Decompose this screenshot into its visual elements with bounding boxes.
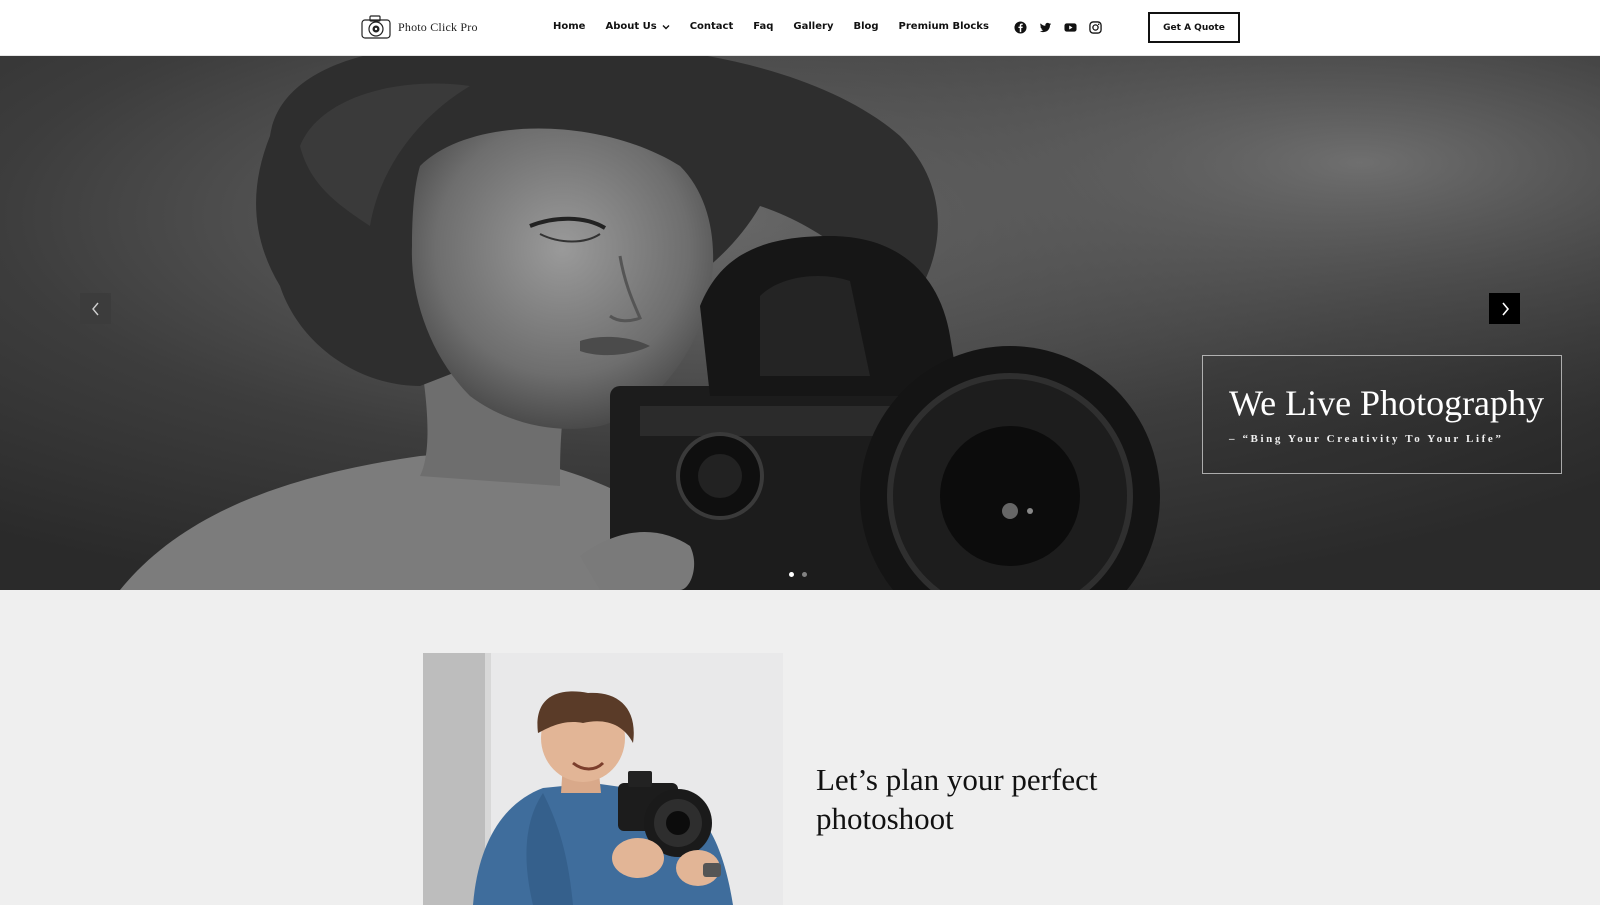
main-nav: Home About Us Contact Faq Gallery Blog P… xyxy=(553,21,989,32)
hero-caption-box: We Live Photography – “Bing Your Creativ… xyxy=(1202,355,1562,474)
slider-dot-2[interactable] xyxy=(802,572,807,577)
hero-title: We Live Photography xyxy=(1229,383,1545,423)
slider-prev-button[interactable] xyxy=(80,293,111,324)
slider-dot-1[interactable] xyxy=(789,572,794,577)
youtube-icon[interactable] xyxy=(1064,21,1077,34)
slider-next-button[interactable] xyxy=(1489,293,1520,324)
hero-subtitle: – “Bing Your Creativity To Your Life” xyxy=(1229,433,1504,445)
site-logo[interactable]: Photo Click Pro xyxy=(360,14,478,40)
get-a-quote-button[interactable]: Get A Quote xyxy=(1148,12,1240,43)
logo-text: Photo Click Pro xyxy=(398,19,478,34)
nav-label: Premium Blocks xyxy=(898,21,989,32)
hero-slider: We Live Photography – “Bing Your Creativ… xyxy=(0,56,1600,590)
facebook-icon[interactable] xyxy=(1014,21,1027,34)
nav-item-blog[interactable]: Blog xyxy=(853,21,878,32)
instagram-icon[interactable] xyxy=(1089,21,1102,34)
photographer-man-illustration xyxy=(423,653,783,905)
nav-label: Faq xyxy=(753,21,774,32)
nav-item-home[interactable]: Home xyxy=(553,21,585,32)
chevron-left-icon xyxy=(91,302,99,315)
nav-item-gallery[interactable]: Gallery xyxy=(793,21,833,32)
chevron-down-icon xyxy=(662,24,670,29)
camera-logo-icon xyxy=(361,15,391,39)
twitter-icon[interactable] xyxy=(1039,21,1052,34)
nav-item-about-us[interactable]: About Us xyxy=(605,21,670,32)
slider-pagination xyxy=(789,572,807,577)
nav-item-contact[interactable]: Contact xyxy=(690,21,734,32)
photographer-man-image xyxy=(423,653,783,905)
social-links xyxy=(1014,21,1102,34)
plan-section: Let’s plan your perfect photoshoot xyxy=(0,590,1600,905)
nav-label: Contact xyxy=(689,21,734,32)
plan-heading: Let’s plan your perfect photoshoot xyxy=(816,762,1098,836)
hero-photographer-image xyxy=(0,56,1600,590)
site-header: Photo Click Pro Home About Us Contact Fa… xyxy=(0,0,1600,56)
nav-label: Gallery xyxy=(793,21,834,32)
chevron-right-icon xyxy=(1501,301,1509,316)
nav-label: Home xyxy=(553,21,586,32)
nav-item-faq[interactable]: Faq xyxy=(753,21,773,32)
nav-label: About Us xyxy=(605,21,657,32)
nav-item-premium-blocks[interactable]: Premium Blocks xyxy=(899,21,989,32)
nav-label: Blog xyxy=(853,21,879,32)
